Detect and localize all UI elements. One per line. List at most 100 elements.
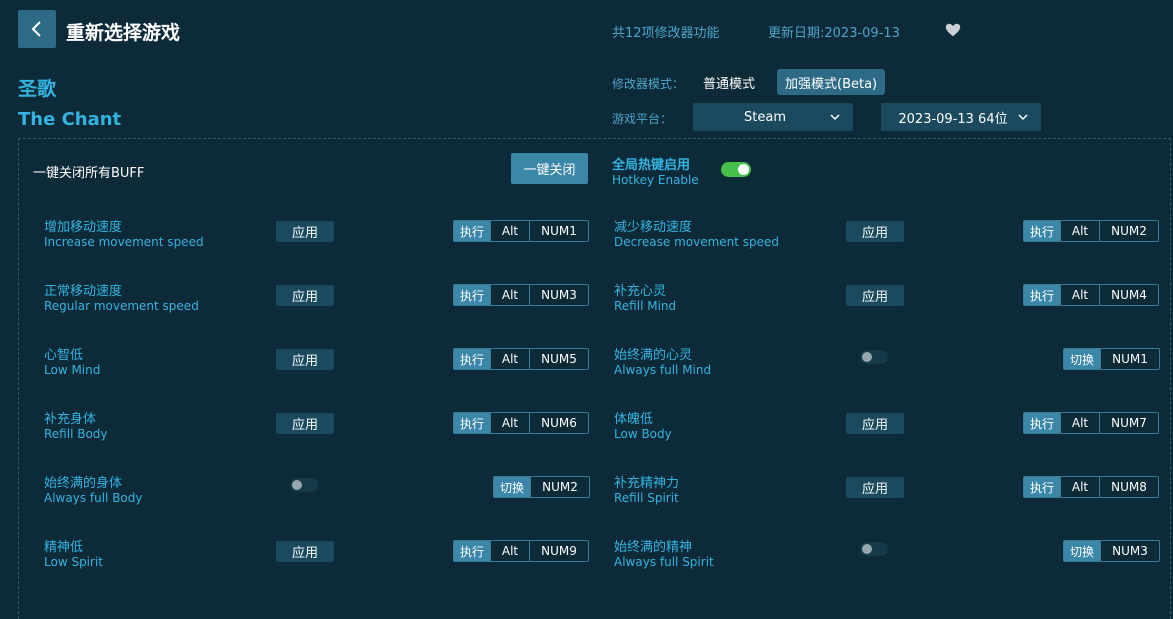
hotkey-combo[interactable]: 执行 Alt NUM8 xyxy=(1023,476,1159,498)
execute-key: 执行 xyxy=(454,541,490,561)
platform-select[interactable]: Steam xyxy=(693,103,853,131)
platform-value: Steam xyxy=(744,109,786,125)
cheat-name-en: Always full Body xyxy=(44,491,143,505)
apply-button[interactable]: 应用 xyxy=(276,413,334,434)
cheat-name-cn: 心智低 xyxy=(44,348,84,363)
game-name-en: The Chant xyxy=(18,109,122,130)
switch-key: 切换 xyxy=(494,477,530,497)
hotkey-combo[interactable]: 执行 Alt NUM7 xyxy=(1023,412,1159,434)
alt-key: Alt xyxy=(1060,221,1099,241)
switch-key: 切换 xyxy=(1064,349,1100,369)
apply-button[interactable]: 应用 xyxy=(276,541,334,562)
alt-key: Alt xyxy=(1060,285,1099,305)
cheat-name-cn: 正常移动速度 xyxy=(44,284,123,299)
back-button[interactable] xyxy=(18,10,56,48)
chevron-down-icon xyxy=(830,114,840,121)
chevron-left-icon xyxy=(31,21,41,37)
hotkey-label-cn: 全局热键启用 xyxy=(612,158,691,173)
hotkey-combo[interactable]: 切换 NUM2 xyxy=(493,476,590,498)
cheat-name-cn: 补充精神力 xyxy=(614,476,680,491)
alt-key: Alt xyxy=(1060,477,1099,497)
cheat-panel xyxy=(18,138,1171,619)
alt-key: Alt xyxy=(490,285,529,305)
hotkey-label-en: Hotkey Enable xyxy=(612,173,699,187)
execute-key: 执行 xyxy=(454,285,490,305)
cheat-name-en: Refill Spirit xyxy=(614,491,679,505)
alt-key: Alt xyxy=(490,541,529,561)
execute-key: 执行 xyxy=(1024,413,1060,433)
apply-button[interactable]: 应用 xyxy=(846,477,904,498)
heart-icon[interactable] xyxy=(944,21,962,39)
cheat-name-en: Regular movement speed xyxy=(44,299,199,313)
num-key: NUM1 xyxy=(1100,349,1159,369)
num-key: NUM9 xyxy=(529,541,588,561)
hotkey-combo[interactable]: 执行 Alt NUM3 xyxy=(453,284,589,306)
execute-key: 执行 xyxy=(454,221,490,241)
alt-key: Alt xyxy=(490,221,529,241)
version-value: 2023-09-13 64位 xyxy=(898,111,1008,127)
cheat-name-en: Always full Spirit xyxy=(614,555,714,569)
hotkey-combo[interactable]: 执行 Alt NUM2 xyxy=(1023,220,1159,242)
chevron-down-icon xyxy=(1018,114,1028,121)
cheat-toggle[interactable] xyxy=(860,350,888,364)
game-name-cn: 圣歌 xyxy=(18,78,57,100)
cheat-name-cn: 体魄低 xyxy=(614,412,654,427)
alt-key: Alt xyxy=(1060,413,1099,433)
num-key: NUM6 xyxy=(529,413,588,433)
apply-button[interactable]: 应用 xyxy=(846,285,904,306)
switch-key: 切换 xyxy=(1064,541,1100,561)
close-all-button[interactable]: 一键关闭 xyxy=(511,153,588,184)
num-key: NUM2 xyxy=(1099,221,1158,241)
execute-key: 执行 xyxy=(1024,477,1060,497)
cheat-name-cn: 精神低 xyxy=(44,540,84,555)
version-select[interactable]: 2023-09-13 64位 xyxy=(881,103,1041,131)
cheat-name-en: Always full Mind xyxy=(614,363,712,377)
num-key: NUM3 xyxy=(1100,541,1159,561)
cheat-name-en: Refill Body xyxy=(44,427,108,441)
hotkey-toggle[interactable] xyxy=(721,162,751,177)
cheat-name-cn: 减少移动速度 xyxy=(614,220,693,235)
apply-button[interactable]: 应用 xyxy=(846,413,904,434)
hotkey-combo[interactable]: 执行 Alt NUM1 xyxy=(453,220,589,242)
hotkey-combo[interactable]: 执行 Alt NUM9 xyxy=(453,540,589,562)
apply-button[interactable]: 应用 xyxy=(276,349,334,370)
apply-button[interactable]: 应用 xyxy=(276,285,334,306)
num-key: NUM1 xyxy=(529,221,588,241)
alt-key: Alt xyxy=(490,349,529,369)
num-key: NUM2 xyxy=(530,477,589,497)
alt-key: Alt xyxy=(490,413,529,433)
num-key: NUM5 xyxy=(529,349,588,369)
page-title: 重新选择游戏 xyxy=(66,22,181,44)
apply-button[interactable]: 应用 xyxy=(276,221,334,242)
mode-label: 修改器模式： xyxy=(612,77,685,91)
hotkey-combo[interactable]: 执行 Alt NUM5 xyxy=(453,348,589,370)
cheat-name-en: Low Body xyxy=(614,427,672,441)
mode-beta-button[interactable]: 加强模式(Beta) xyxy=(777,69,886,95)
execute-key: 执行 xyxy=(454,349,490,369)
cheat-name-cn: 始终满的身体 xyxy=(44,476,123,491)
hotkey-combo[interactable]: 切换 NUM3 xyxy=(1063,540,1160,562)
cheat-toggle[interactable] xyxy=(290,478,318,492)
mode-normal-button[interactable]: 普通模式 xyxy=(694,69,764,95)
cheat-name-en: Increase movement speed xyxy=(44,235,204,249)
execute-key: 执行 xyxy=(1024,285,1060,305)
cheat-name-cn: 补充身体 xyxy=(44,412,97,427)
num-key: NUM4 xyxy=(1099,285,1158,305)
cheat-name-cn: 始终满的精神 xyxy=(614,540,693,555)
num-key: NUM3 xyxy=(529,285,588,305)
execute-key: 执行 xyxy=(1024,221,1060,241)
platform-label: 游戏平台： xyxy=(612,112,673,126)
num-key: NUM8 xyxy=(1099,477,1158,497)
hotkey-combo[interactable]: 执行 Alt NUM6 xyxy=(453,412,589,434)
cheat-name-en: Low Spirit xyxy=(44,555,103,569)
hotkey-combo[interactable]: 执行 Alt NUM4 xyxy=(1023,284,1159,306)
cheat-name-cn: 补充心灵 xyxy=(614,284,667,299)
cheat-name-cn: 增加移动速度 xyxy=(44,220,123,235)
apply-button[interactable]: 应用 xyxy=(846,221,904,242)
cheat-name-en: Decrease movement speed xyxy=(614,235,780,249)
cheat-name-en: Refill Mind xyxy=(614,299,677,313)
hotkey-combo[interactable]: 切换 NUM1 xyxy=(1063,348,1160,370)
cheat-toggle[interactable] xyxy=(860,542,888,556)
feature-count: 共12项修改器功能 xyxy=(612,26,720,41)
num-key: NUM7 xyxy=(1099,413,1158,433)
